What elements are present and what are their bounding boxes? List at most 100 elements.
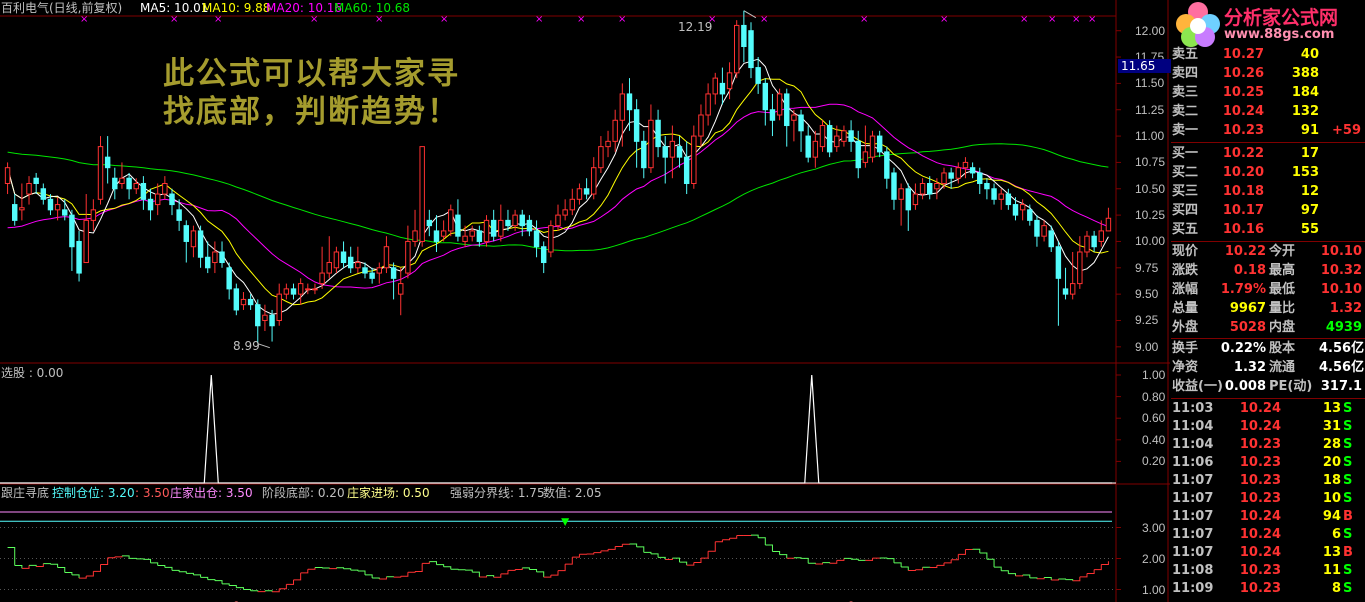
- candle-body[interactable]: [1034, 219, 1040, 237]
- candle-body[interactable]: [648, 119, 654, 169]
- candle-body[interactable]: [598, 146, 604, 169]
- candle-body[interactable]: [876, 135, 883, 153]
- candle-body[interactable]: [762, 82, 769, 111]
- candle-body[interactable]: [312, 288, 318, 291]
- candle-body[interactable]: [669, 140, 676, 158]
- candle-body[interactable]: [140, 182, 147, 200]
- candle-body[interactable]: [448, 209, 454, 232]
- candle-body[interactable]: [47, 198, 54, 211]
- candle-body[interactable]: [490, 219, 497, 237]
- candle-body[interactable]: [126, 177, 132, 190]
- candle-body[interactable]: [62, 209, 68, 216]
- candle-body[interactable]: [347, 256, 354, 269]
- candle-body[interactable]: [905, 188, 911, 211]
- candle-body[interactable]: [912, 193, 919, 206]
- candle-body[interactable]: [476, 230, 483, 242]
- candle-body[interactable]: [698, 114, 704, 137]
- candle-body[interactable]: [719, 82, 726, 95]
- candle-body[interactable]: [540, 246, 547, 264]
- candle-body[interactable]: [812, 140, 819, 158]
- candle-body[interactable]: [1069, 283, 1076, 295]
- candle-body[interactable]: [519, 214, 525, 227]
- candle-body[interactable]: [262, 314, 268, 321]
- candle-body[interactable]: [83, 219, 89, 264]
- candle-body[interactable]: [76, 240, 82, 274]
- candle-body[interactable]: [591, 167, 597, 195]
- candle-body[interactable]: [1055, 246, 1062, 279]
- candle-body[interactable]: [455, 214, 461, 237]
- candle-body[interactable]: [154, 193, 161, 206]
- candle-body[interactable]: [998, 193, 1004, 200]
- candle-body[interactable]: [819, 125, 826, 148]
- candle-body[interactable]: [619, 93, 626, 121]
- candle-body[interactable]: [369, 272, 375, 279]
- candle-body[interactable]: [498, 219, 504, 237]
- candle-body[interactable]: [290, 288, 297, 295]
- candle-body[interactable]: [362, 267, 368, 274]
- candle-body[interactable]: [969, 167, 976, 174]
- candle-body[interactable]: [269, 314, 275, 327]
- candle-body[interactable]: [226, 267, 232, 290]
- candle-body[interactable]: [1084, 235, 1090, 253]
- candle-body[interactable]: [962, 161, 969, 169]
- candle-body[interactable]: [319, 272, 325, 285]
- candle-body[interactable]: [333, 251, 340, 269]
- candle-body[interactable]: [948, 172, 954, 179]
- candle-body[interactable]: [641, 140, 647, 169]
- candle-body[interactable]: [12, 204, 18, 221]
- candle-body[interactable]: [562, 209, 568, 216]
- candle-body[interactable]: [927, 182, 933, 195]
- candle-body[interactable]: [119, 177, 125, 184]
- candle-body[interactable]: [941, 172, 947, 184]
- candle-body[interactable]: [834, 135, 840, 148]
- candle-body[interactable]: [440, 230, 447, 237]
- candle-body[interactable]: [755, 67, 761, 84]
- candle-body[interactable]: [662, 146, 668, 158]
- candle-body[interactable]: [841, 130, 847, 142]
- candle-body[interactable]: [305, 288, 311, 291]
- candle-body[interactable]: [555, 214, 561, 227]
- candle-body[interactable]: [712, 77, 718, 95]
- candle-body[interactable]: [1098, 230, 1104, 242]
- candle-body[interactable]: [405, 240, 411, 274]
- candle-body[interactable]: [412, 230, 418, 242]
- candle-body[interactable]: [90, 209, 97, 221]
- candle-body[interactable]: [240, 298, 247, 306]
- candle-body[interactable]: [605, 140, 611, 148]
- candle-body[interactable]: [862, 151, 869, 163]
- candle-body[interactable]: [398, 283, 404, 295]
- candle-body[interactable]: [426, 219, 433, 227]
- candle-body[interactable]: [955, 167, 962, 179]
- candle-body[interactable]: [197, 230, 204, 258]
- candle-body[interactable]: [1019, 204, 1026, 211]
- candle-body[interactable]: [205, 256, 211, 269]
- candle-body[interactable]: [869, 135, 876, 158]
- candle-body[interactable]: [297, 283, 304, 295]
- candle-body[interactable]: [855, 140, 861, 169]
- candle-body[interactable]: [1105, 217, 1112, 232]
- candle-body[interactable]: [748, 30, 754, 69]
- candle-body[interactable]: [162, 182, 168, 195]
- candle-body[interactable]: [548, 225, 554, 253]
- candle-body[interactable]: [655, 119, 661, 148]
- candle-body[interactable]: [683, 156, 690, 184]
- candle-body[interactable]: [626, 93, 633, 111]
- candle-body[interactable]: [104, 156, 111, 169]
- candle-body[interactable]: [190, 230, 197, 248]
- candle-body[interactable]: [583, 188, 590, 195]
- candle-body[interactable]: [576, 188, 583, 200]
- candle-body[interactable]: [69, 214, 75, 248]
- candle-body[interactable]: [469, 230, 475, 237]
- candle-body[interactable]: [726, 72, 733, 90]
- candle-body[interactable]: [19, 207, 25, 211]
- candle-body[interactable]: [1062, 288, 1069, 295]
- candle-body[interactable]: [741, 24, 747, 48]
- candle-body[interactable]: [326, 262, 332, 274]
- candle-body[interactable]: [433, 230, 440, 242]
- candle-body[interactable]: [784, 93, 790, 127]
- candle-body[interactable]: [691, 135, 697, 184]
- candle-body[interactable]: [676, 146, 683, 158]
- candle-body[interactable]: [97, 146, 104, 200]
- candle-body[interactable]: [1077, 251, 1083, 285]
- candle-body[interactable]: [383, 246, 390, 269]
